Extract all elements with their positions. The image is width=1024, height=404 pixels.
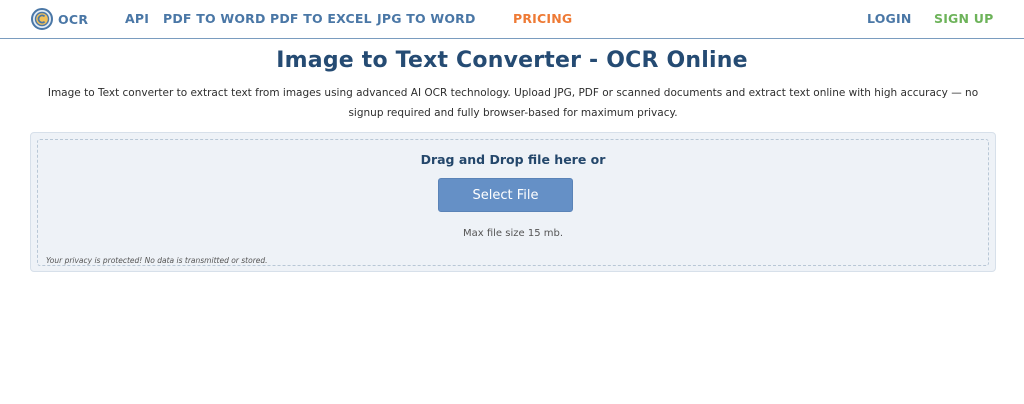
- nav-link-pdf-to-word[interactable]: PDF TO WORD: [163, 11, 266, 26]
- select-file-button[interactable]: Select File: [438, 178, 573, 212]
- logo-text: OCR: [58, 11, 89, 27]
- max-file-size-text: Max file size 15 mb.: [463, 228, 563, 239]
- login-link[interactable]: LOGIN: [867, 11, 912, 26]
- top-navbar: OCR API PDF TO WORD PDF TO EXCEL JPG TO …: [0, 0, 1024, 39]
- ocr-logo-icon: [31, 8, 53, 30]
- privacy-notice: Your privacy is protected! No data is tr…: [46, 256, 268, 265]
- nav-link-api[interactable]: API: [125, 11, 149, 26]
- logo-link[interactable]: OCR: [31, 8, 88, 30]
- drop-zone-text: Drag and Drop file here or: [420, 152, 606, 167]
- signup-link[interactable]: SIGN UP: [934, 11, 993, 26]
- page-title: Image to Text Converter - OCR Online: [276, 48, 748, 73]
- nav-link-jpg-to-word[interactable]: JPG TO WORD: [377, 11, 476, 26]
- page-description: Image to Text converter to extract text …: [47, 87, 979, 119]
- upload-panel: Drag and Drop file here or Select File M…: [30, 132, 996, 272]
- drop-zone[interactable]: Drag and Drop file here or Select File M…: [37, 139, 989, 266]
- nav-link-pricing[interactable]: PRICING: [513, 11, 572, 26]
- nav-link-pdf-to-excel[interactable]: PDF TO EXCEL: [270, 11, 372, 26]
